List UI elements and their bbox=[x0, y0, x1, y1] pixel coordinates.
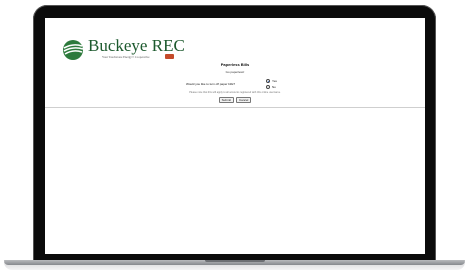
submit-button[interactable]: Submit bbox=[218, 97, 234, 103]
site-logo[interactable]: Buckeye REC Your Touchstone Energy® Coop… bbox=[62, 36, 212, 62]
brand-name: Buckeye REC bbox=[88, 36, 185, 55]
content-divider bbox=[45, 107, 425, 108]
page-subtitle: Go paperless! bbox=[225, 70, 245, 74]
radio-option-no[interactable]: No bbox=[266, 85, 276, 89]
radio-option-yes[interactable]: Yes bbox=[266, 79, 277, 83]
radio-no-label: No bbox=[272, 85, 276, 89]
buckeye-rec-logo-icon bbox=[63, 40, 84, 60]
laptop-notch bbox=[205, 260, 265, 262]
brand-tagline: Your Touchstone Energy® Cooperative bbox=[102, 55, 150, 59]
ohio-state-icon bbox=[165, 54, 174, 59]
radio-yes[interactable] bbox=[266, 79, 270, 83]
cancel-button[interactable]: Cancel bbox=[236, 97, 252, 103]
form-actions: Submit Cancel bbox=[45, 97, 425, 103]
page-title: Paperless Bills bbox=[220, 62, 250, 67]
browser-viewport: Buckeye REC Your Touchstone Energy® Coop… bbox=[45, 18, 425, 254]
radio-yes-label: Yes bbox=[272, 79, 277, 83]
paperless-note: Please note that this will apply to all … bbox=[189, 91, 281, 94]
radio-no[interactable] bbox=[266, 85, 270, 89]
paperless-question: Would you like to turn off paper bills? bbox=[186, 82, 236, 86]
